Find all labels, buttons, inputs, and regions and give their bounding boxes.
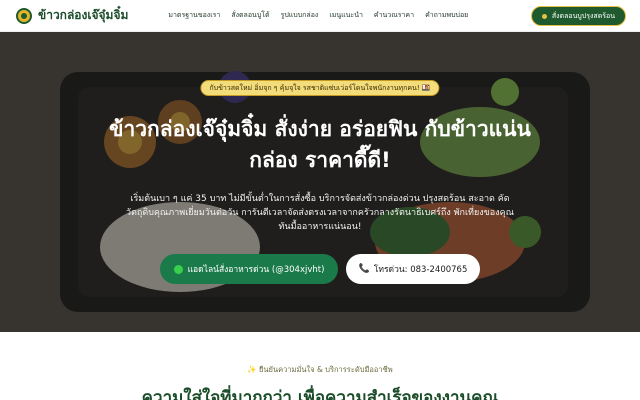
nav-link-price-calc[interactable]: คำนวณราคา — [374, 10, 414, 21]
phone-call-label: โทรด่วน: 083-2400765 — [373, 265, 468, 275]
line-order-button[interactable]: แอดไลน์สั่งอาหารด่วน (@304xjvht) — [160, 254, 338, 284]
top-navbar: ข้าวกล่องเจ๊จุ๋มจิ๋ม มาตรฐานของเรา สั่งต… — [0, 0, 640, 32]
nav-link-menu[interactable]: เมนูแนะนำ — [329, 10, 363, 21]
nav-link-box-styles[interactable]: รูปแบบกล่อง — [281, 10, 319, 21]
hero-description: เริ่มต้นเบา ๆ แค่ 35 บาท ไม่มีขั้นต่ำในก… — [126, 194, 514, 232]
cta-dot-icon — [541, 13, 547, 19]
phone-call-button[interactable]: 📞 โทรด่วน: 083-2400765 — [346, 254, 480, 284]
hero-section: กับข้าวสดใหม่ อิ่มจุก ๆ คุ้มจุใจ รสชาติแ… — [0, 32, 640, 332]
order-cta-button[interactable]: สั่งตลอนบูปรุงสดร้อน — [530, 6, 626, 26]
nav-link-faq[interactable]: คำถามพบบ่อย — [425, 10, 468, 21]
brand-logo[interactable]: ข้าวกล่องเจ๊จุ๋มจิ๋ม — [16, 6, 128, 25]
nav-link-standards[interactable]: มาตรฐานของเรา — [168, 10, 220, 21]
brand-name: ข้าวกล่องเจ๊จุ๋มจิ๋ม — [38, 8, 129, 22]
line-icon — [173, 264, 183, 274]
hero-dark-overlay — [0, 32, 640, 332]
section-heading: ความใส่ใจที่มากกว่า เพื่อความสำเร็จของงา… — [141, 388, 499, 400]
nav-links: มาตรฐานของเรา สั่งตลอนบูโต้ รูปแบบกล่อง … — [168, 10, 479, 21]
nav-link-order[interactable]: สั่งตลอนบูโต้ — [231, 10, 269, 21]
hero-promo-badge: กับข้าวสดใหม่ อิ่มจุก ๆ คุ้มจุใจ รสชาติแ… — [200, 80, 440, 96]
line-order-label: แอดไลน์สั่งอาหารด่วน (@304xjvht) — [187, 265, 325, 275]
brand-logo-icon — [16, 7, 32, 24]
phone-icon: 📞 — [358, 264, 370, 274]
order-cta-label: สั่งตลอนบูปรุงสดร้อน — [551, 11, 615, 20]
section-tagline: ✨ ยืนยันความมั่นใจ & บริการระดับมืออาชีพ — [247, 365, 393, 374]
hero-title: ข้าวกล่องเจ๊จุ๋มจิ๋ม สั่งง่าย อร่อยฟิน ก… — [109, 117, 531, 172]
